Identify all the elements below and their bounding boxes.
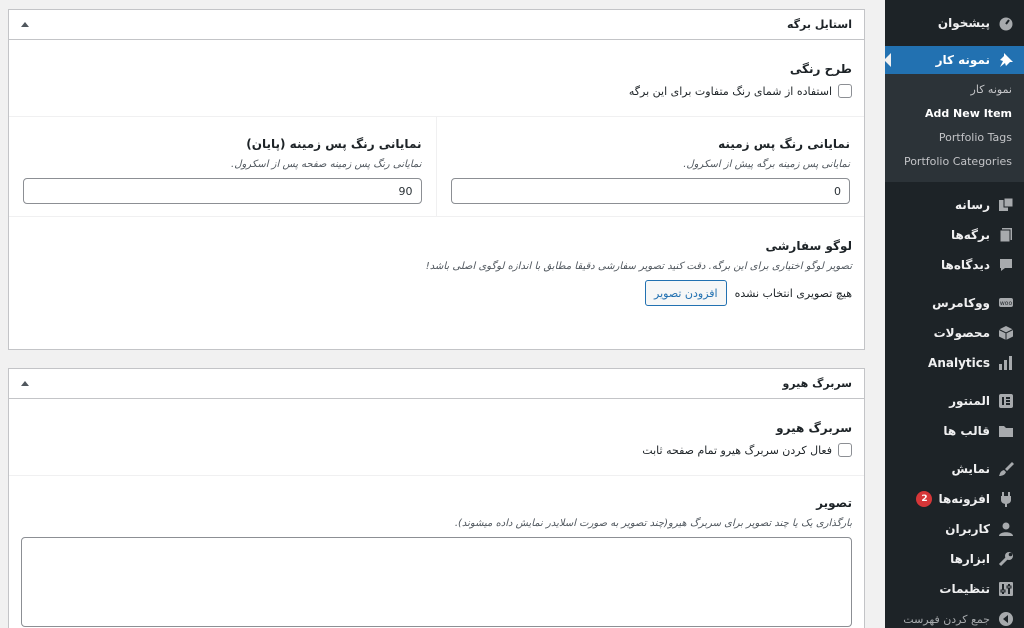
- sidebar-item-templates[interactable]: قالب ها: [885, 416, 1024, 446]
- pin-icon: [998, 52, 1014, 68]
- custom-logo-title: لوگو سفارشی: [765, 239, 852, 253]
- sidebar-item-woocommerce[interactable]: woo ووکامرس: [885, 288, 1024, 318]
- products-icon: [998, 325, 1014, 341]
- hero-image-field: تصویر بارگذاری یک یا چند تصویر برای سربر…: [9, 476, 864, 628]
- custom-logo-uploader: هیچ تصویری انتخاب نشده افزودن تصویر: [21, 280, 852, 306]
- hero-enable-checkbox-label: فعال کردن سربرگ هیرو تمام صفحه ثابت: [642, 443, 832, 457]
- sidebar-item-media[interactable]: رسانه: [885, 190, 1024, 220]
- pages-icon: [998, 227, 1014, 243]
- collapse-toggle-arrow-icon[interactable]: [21, 22, 29, 27]
- sidebar-item-comments[interactable]: دیدگاه‌ها: [885, 250, 1024, 280]
- no-image-selected-text: هیچ تصویری انتخاب نشده: [734, 286, 852, 300]
- elementor-icon: [998, 393, 1014, 409]
- sidebar-item-plugins[interactable]: افزونه‌ها 2: [885, 484, 1024, 514]
- hero-header-metabox: سربرگ هیرو سربرگ هیرو فعال کردن سربرگ هی…: [8, 368, 865, 628]
- plugins-icon: [998, 491, 1014, 507]
- media-icon: [998, 197, 1014, 213]
- sidebar-item-users[interactable]: کاربران: [885, 514, 1024, 544]
- sidebar-item-portfolio[interactable]: نمونه کار: [885, 46, 1024, 74]
- dashboard-icon: [998, 15, 1014, 31]
- submenu-add-new-item[interactable]: Add New Item: [885, 102, 1024, 126]
- sidebar-item-settings[interactable]: تنظیمات: [885, 574, 1024, 604]
- sidebar-item-elementor[interactable]: المنتور: [885, 386, 1024, 416]
- templates-folder-icon: [998, 423, 1014, 439]
- bg-visibility-desc: نمایانی پس زمینه برگه پیش از اسکرول.: [683, 159, 850, 170]
- color-scheme-title: طرح رنگی: [789, 62, 852, 76]
- color-scheme-checkbox[interactable]: [838, 84, 852, 98]
- settings-icon: [998, 581, 1014, 597]
- hero-metabox-title: سربرگ هیرو: [782, 377, 852, 390]
- hero-enable-title: سربرگ هیرو: [776, 421, 852, 435]
- bg-visibility-end-field: نمایانی رنگ پس زمینه (پایان) نمایانی رنگ…: [9, 117, 437, 216]
- sidebar-item-dashboard[interactable]: پیشخوان: [885, 8, 1024, 38]
- users-icon: [998, 521, 1014, 537]
- hero-image-title: تصویر: [816, 496, 852, 510]
- color-scheme-option[interactable]: استفاده از شمای رنگ متفاوت برای این برگه: [21, 84, 852, 98]
- color-scheme-checkbox-label: استفاده از شمای رنگ متفاوت برای این برگه: [628, 84, 832, 98]
- sidebar-item-analytics[interactable]: Analytics: [885, 348, 1024, 378]
- sidebar-collapse-menu[interactable]: جمع کردن فهرست: [885, 604, 1024, 628]
- collapse-toggle-arrow-icon[interactable]: [21, 381, 29, 386]
- hero-enable-option[interactable]: فعال کردن سربرگ هیرو تمام صفحه ثابت: [21, 443, 852, 457]
- add-image-button[interactable]: افزودن تصویر: [645, 280, 727, 306]
- color-scheme-field: طرح رنگی استفاده از شمای رنگ متفاوت برای…: [9, 40, 864, 117]
- sidebar-item-appearance[interactable]: نمایش: [885, 454, 1024, 484]
- sidebar-item-pages[interactable]: برگه‌ها: [885, 220, 1024, 250]
- custom-logo-desc: تصویر لوگو اختیاری برای این برگه. دقت کن…: [425, 261, 852, 272]
- submenu-portfolio-categories[interactable]: Portfolio Categories: [885, 150, 1024, 174]
- plugins-update-badge: 2: [916, 491, 933, 507]
- page-style-header[interactable]: استایل برگه: [9, 10, 864, 40]
- hero-enable-field: سربرگ هیرو فعال کردن سربرگ هیرو تمام صفح…: [9, 399, 864, 476]
- bg-visibility-field: نمایانی رنگ پس زمینه نمایانی پس زمینه بر…: [437, 117, 865, 216]
- hero-header-bar[interactable]: سربرگ هیرو: [9, 369, 864, 399]
- woocommerce-icon: woo: [998, 295, 1014, 311]
- svg-text:woo: woo: [1000, 300, 1013, 307]
- bg-visibility-end-desc: نمایانی رنگ پس زمینه صفحه پس از اسکرول.: [231, 159, 422, 170]
- analytics-icon: [998, 355, 1014, 371]
- submenu-portfolio-tags[interactable]: Portfolio Tags: [885, 126, 1024, 150]
- hero-image-dropzone[interactable]: [21, 537, 852, 627]
- bg-visibility-end-title: نمایانی رنگ پس زمینه (پایان): [246, 137, 422, 151]
- bg-visibility-input[interactable]: [450, 178, 850, 204]
- submenu-portfolio[interactable]: نمونه کار: [885, 78, 1024, 102]
- page-style-metabox: استایل برگه طرح رنگی استفاده از شمای رنگ…: [8, 9, 865, 350]
- portfolio-submenu: نمونه کار Add New Item Portfolio Tags Po…: [885, 74, 1024, 182]
- admin-sidebar: پیشخوان نمونه کار نمونه کار Add New Item…: [885, 0, 1024, 628]
- sidebar-item-tools[interactable]: ابزارها: [885, 544, 1024, 574]
- comments-icon: [998, 257, 1014, 273]
- sidebar-item-products[interactable]: محصولات: [885, 318, 1024, 348]
- hero-enable-checkbox[interactable]: [838, 443, 852, 457]
- hero-image-desc: بارگذاری یک یا چند تصویر برای سربرگ هیرو…: [454, 518, 852, 529]
- custom-logo-field: لوگو سفارشی تصویر لوگو اختیاری برای این …: [9, 217, 864, 318]
- bg-visibility-title: نمایانی رنگ پس زمینه: [718, 137, 850, 151]
- bg-visibility-row: نمایانی رنگ پس زمینه نمایانی پس زمینه بر…: [9, 117, 864, 217]
- tools-icon: [998, 551, 1014, 567]
- bg-visibility-end-input[interactable]: [23, 178, 422, 204]
- appearance-icon: [998, 461, 1014, 477]
- collapse-icon: [998, 611, 1014, 627]
- page-style-title: استایل برگه: [786, 18, 852, 31]
